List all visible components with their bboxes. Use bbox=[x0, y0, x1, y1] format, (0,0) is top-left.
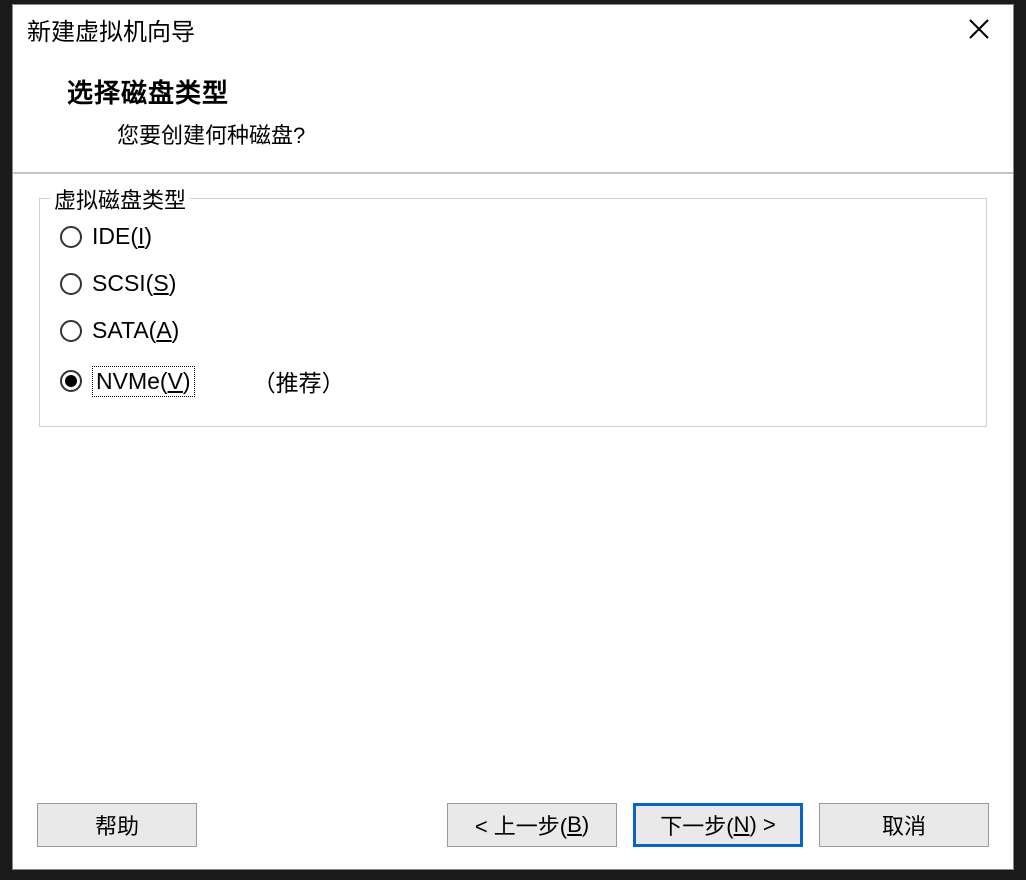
close-icon[interactable] bbox=[959, 9, 999, 49]
radio-label-scsi: SCSI(S) bbox=[92, 270, 176, 297]
radio-label-ide: IDE(I) bbox=[92, 223, 152, 250]
window-title: 新建虚拟机向导 bbox=[27, 12, 195, 47]
radio-option-nvme[interactable]: NVMe(V) （推荐） bbox=[60, 364, 966, 398]
wizard-dialog: 新建虚拟机向导 选择磁盘类型 您要创建何种磁盘? 虚拟磁盘类型 IDE(I) S… bbox=[12, 4, 1014, 870]
radio-label-sata: SATA(A) bbox=[92, 317, 179, 344]
radio-option-ide[interactable]: IDE(I) bbox=[60, 223, 966, 250]
disk-type-fieldset: 虚拟磁盘类型 IDE(I) SCSI(S) SATA(A) NVMe(V) bbox=[39, 198, 987, 427]
radio-note-nvme: （推荐） bbox=[253, 364, 345, 398]
cancel-button[interactable]: 取消 bbox=[819, 803, 989, 847]
wizard-footer: 帮助 < 上一步(B) 下一步(N) > 取消 bbox=[13, 789, 1013, 869]
page-title: 选择磁盘类型 bbox=[67, 73, 1013, 110]
help-button[interactable]: 帮助 bbox=[37, 803, 197, 847]
radio-option-sata[interactable]: SATA(A) bbox=[60, 317, 966, 344]
radio-label-nvme: NVMe(V) bbox=[92, 366, 195, 397]
radio-icon[interactable] bbox=[60, 273, 82, 295]
radio-icon[interactable] bbox=[60, 226, 82, 248]
radio-option-scsi[interactable]: SCSI(S) bbox=[60, 270, 966, 297]
back-button[interactable]: < 上一步(B) bbox=[447, 803, 617, 847]
fieldset-legend: 虚拟磁盘类型 bbox=[50, 183, 190, 215]
next-button[interactable]: 下一步(N) > bbox=[633, 803, 803, 847]
radio-icon[interactable] bbox=[60, 370, 82, 392]
wizard-header: 选择磁盘类型 您要创建何种磁盘? bbox=[13, 55, 1013, 174]
disk-type-radio-group: IDE(I) SCSI(S) SATA(A) NVMe(V) （推荐） bbox=[60, 217, 966, 398]
content-area: 虚拟磁盘类型 IDE(I) SCSI(S) SATA(A) NVMe(V) bbox=[13, 174, 1013, 789]
radio-icon[interactable] bbox=[60, 320, 82, 342]
titlebar: 新建虚拟机向导 bbox=[13, 5, 1013, 55]
page-subtitle: 您要创建何种磁盘? bbox=[117, 118, 1013, 150]
